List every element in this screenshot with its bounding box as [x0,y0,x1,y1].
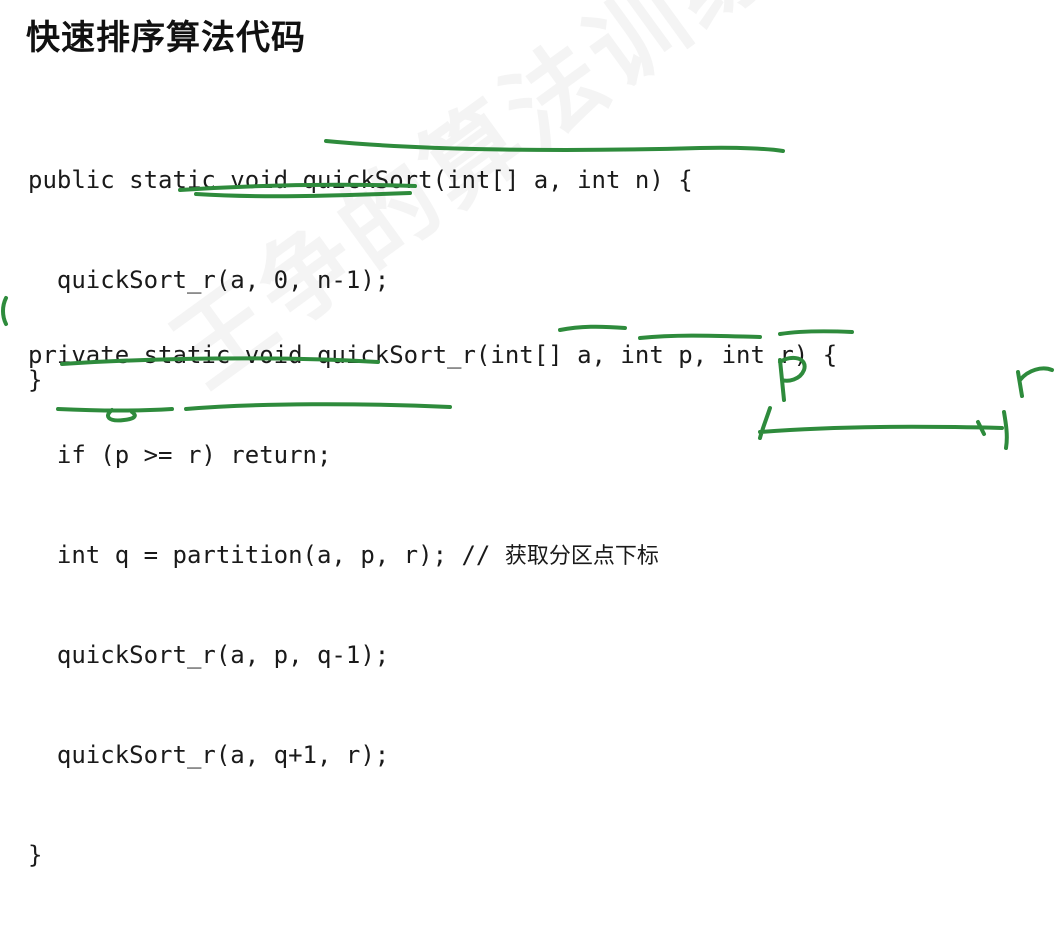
code-line: if (p >= r) return; [28,441,332,469]
code-comment: 获取分区点下标 [504,544,659,569]
slide-title: 快速排序算法代码 [26,18,306,58]
handwritten-r [1016,366,1054,398]
margin-mark [1,296,8,326]
code-text: int q = partition(a, p, r); // [28,541,505,569]
code-line: public static void quickSort(int[] a, in… [28,166,693,194]
code-line: } [28,841,43,869]
code-line: private static void quickSort_r(int[] a,… [28,341,838,369]
tick-mark [976,420,986,436]
slide: 王争的算法训练营 快速排序算法代码 public static void qui… [0,0,1058,869]
code-line: quickSort_r(a, q+1, r); [28,741,390,769]
code-line-with-comment: int q = partition(a, p, r); // 获取分区点下标 [28,533,837,577]
code-block-quicksort-r: private static void quickSort_r(int[] a,… [28,277,837,933]
code-line: quickSort_r(a, p, q-1); [28,641,390,669]
